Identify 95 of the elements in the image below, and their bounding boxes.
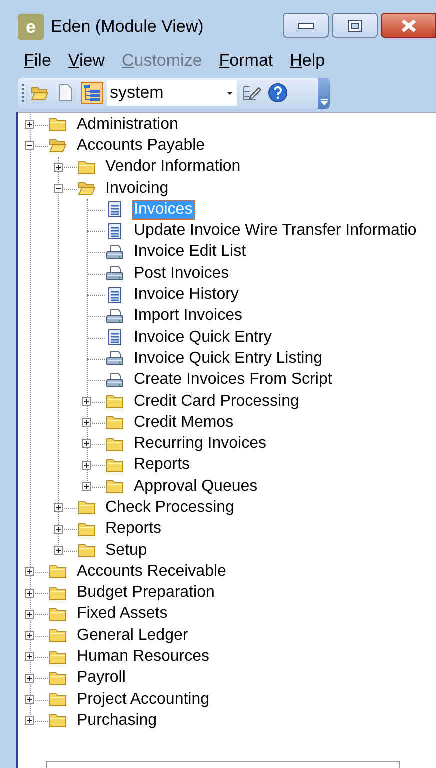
expand-icon[interactable]: [54, 162, 62, 172]
tree-item[interactable]: Reports: [132, 455, 192, 476]
tree-item[interactable]: Credit Memos: [132, 412, 236, 433]
folder-icon: [49, 563, 67, 580]
tree-item[interactable]: Check Processing: [104, 498, 236, 518]
document-icon: [106, 222, 124, 240]
collapse-icon[interactable]: [25, 141, 34, 150]
expand-icon[interactable]: [25, 588, 34, 598]
workspace-combo[interactable]: system: [107, 80, 237, 106]
expand-icon[interactable]: [82, 482, 91, 492]
folder-icon: [78, 499, 96, 516]
tree-item[interactable]: Invoice History: [132, 285, 241, 306]
tree-item[interactable]: Recurring Invoices: [132, 434, 268, 454]
expand-icon[interactable]: [54, 524, 62, 534]
tree-item[interactable]: Payroll: [75, 668, 128, 688]
tree-item[interactable]: Reports: [104, 519, 164, 540]
menu-item[interactable]: Help: [290, 51, 326, 71]
tree-item[interactable]: Post Invoices: [132, 264, 232, 284]
tree-item[interactable]: Project Accounting: [75, 690, 212, 710]
folder-icon: [106, 436, 124, 453]
app-logo: e: [18, 14, 44, 40]
open-folder-icon: [49, 137, 67, 154]
tree-item[interactable]: Create Invoices From Script: [132, 370, 334, 390]
tree-item[interactable]: General Ledger: [75, 626, 190, 646]
tree-item[interactable]: Invoice Quick Entry Listing: [132, 348, 325, 369]
tree-item[interactable]: Import Invoices: [132, 306, 244, 326]
tree-item[interactable]: Purchasing: [75, 710, 160, 731]
folder-icon: [49, 648, 67, 666]
folder-icon: [49, 116, 67, 134]
tree-item[interactable]: Fixed Assets: [75, 604, 170, 624]
expand-icon[interactable]: [54, 503, 62, 512]
folder-icon: [78, 158, 96, 176]
folder-icon: [106, 456, 124, 474]
folder-icon: [106, 478, 124, 496]
folder-icon: [49, 712, 67, 730]
expand-icon[interactable]: [25, 567, 34, 576]
expand-icon[interactable]: [25, 716, 34, 726]
tree-item[interactable]: Accounts Receivable: [75, 562, 228, 582]
tree-item[interactable]: Setup: [104, 540, 150, 561]
folder-icon: [49, 627, 67, 644]
tree-item[interactable]: Credit Card Processing: [132, 392, 302, 412]
expand-icon[interactable]: [25, 652, 34, 662]
open-folder-icon: [78, 180, 96, 198]
help-icon[interactable]: [267, 82, 289, 104]
folder-icon: [49, 584, 67, 602]
expand-icon[interactable]: [25, 631, 34, 640]
window-title: Eden (Module View): [51, 17, 205, 37]
grip-icon: [22, 82, 25, 104]
document-icon: [106, 286, 124, 304]
tree-view-icon[interactable]: [81, 82, 103, 104]
tree-item[interactable]: Approval Queues: [132, 476, 260, 497]
maximize-button[interactable]: [332, 13, 378, 38]
tree-item[interactable]: Accounts Payable: [75, 136, 208, 156]
maximize-icon: [348, 20, 362, 32]
printer-icon: [106, 244, 124, 261]
menu-item[interactable]: File: [24, 51, 52, 71]
tree-item[interactable]: Vendor Information: [104, 157, 243, 178]
folder-icon: [78, 542, 96, 560]
minimize-icon: [298, 22, 314, 28]
expand-icon[interactable]: [25, 695, 34, 704]
folder-icon: [49, 670, 67, 687]
printer-icon: [106, 350, 124, 368]
folder-icon: [49, 691, 67, 708]
expand-icon[interactable]: [82, 396, 91, 406]
tree-item[interactable]: Human Resources: [75, 647, 212, 668]
folder-icon: [106, 414, 124, 432]
tree-item[interactable]: Administration: [75, 114, 180, 135]
tree-item[interactable]: Update Invoice Wire Transfer Informatio: [132, 221, 419, 242]
expand-icon[interactable]: [25, 674, 34, 683]
expand-icon[interactable]: [82, 439, 91, 448]
document-icon: [106, 201, 124, 218]
tree-item[interactable]: Invoicing: [104, 178, 171, 199]
folder-icon: [106, 393, 124, 410]
printer-icon: [106, 308, 124, 325]
printer-icon: [106, 265, 124, 282]
close-icon: [400, 18, 416, 32]
menu-item[interactable]: View: [68, 51, 105, 71]
document-icon: [106, 329, 124, 346]
expand-icon[interactable]: [82, 460, 91, 470]
collapse-icon[interactable]: [54, 184, 62, 193]
horizontal-scrollbar[interactable]: [46, 761, 400, 768]
printer-icon: [106, 372, 124, 389]
expand-icon[interactable]: [54, 546, 62, 555]
toolbar-overflow-icon[interactable]: [318, 78, 330, 108]
expand-icon[interactable]: [82, 418, 91, 428]
tree-item[interactable]: Invoice Edit List: [132, 242, 248, 262]
expand-icon[interactable]: [25, 610, 34, 619]
close-button[interactable]: [381, 13, 436, 38]
tree-item[interactable]: Budget Preparation: [75, 583, 217, 604]
folder-icon: [78, 520, 96, 538]
expand-icon[interactable]: [25, 120, 34, 129]
folder-icon: [49, 606, 67, 623]
tree-item[interactable]: Invoice Quick Entry: [132, 328, 274, 348]
menu-item[interactable]: Format: [219, 51, 274, 71]
minimize-button[interactable]: [283, 13, 329, 38]
